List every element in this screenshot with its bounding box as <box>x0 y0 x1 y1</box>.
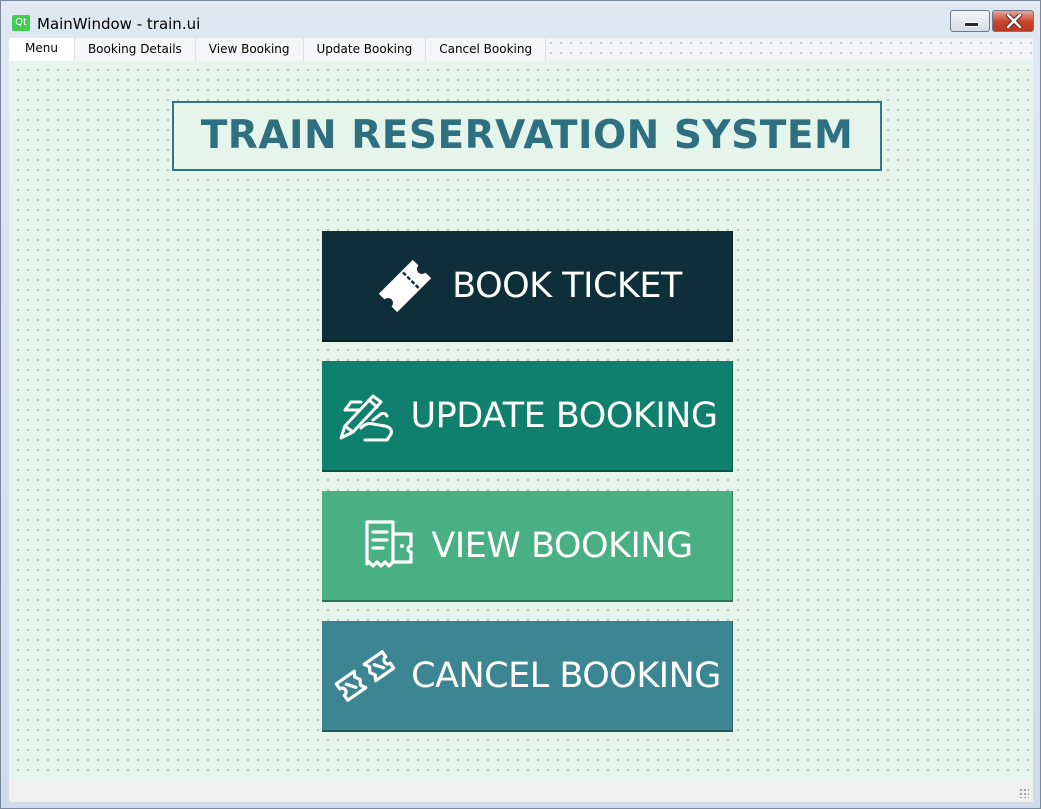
status-bar <box>9 779 1033 802</box>
menu-item-booking-details[interactable]: Booking Details <box>75 38 196 61</box>
update-booking-label: UPDATE BOOKING <box>410 395 718 436</box>
page-title: TRAIN RESERVATION SYSTEM <box>172 101 882 171</box>
receipt-icon <box>361 518 417 574</box>
menu-item-menu[interactable]: Menu <box>9 38 75 61</box>
central-widget: TRAIN RESERVATION SYSTEM BOOK TICKET UPD… <box>9 61 1033 779</box>
book-ticket-button[interactable]: BOOK TICKET <box>322 231 733 342</box>
title-bar[interactable]: Qt MainWindow - train.ui <box>1 1 1040 37</box>
qt-app-icon: Qt <box>12 15 30 31</box>
menu-item-cancel-booking[interactable]: Cancel Booking <box>426 38 547 61</box>
torn-ticket-icon <box>333 644 397 708</box>
main-window: Qt MainWindow - train.ui Menu Booking De… <box>0 0 1041 809</box>
view-booking-label: VIEW BOOKING <box>431 525 693 566</box>
menu-bar: Menu Booking Details View Booking Update… <box>9 38 1033 61</box>
close-icon <box>1005 14 1023 28</box>
book-ticket-label: BOOK TICKET <box>452 265 682 306</box>
menu-item-update-booking[interactable]: Update Booking <box>304 38 427 61</box>
close-button[interactable] <box>992 10 1034 32</box>
minimize-icon <box>964 22 979 27</box>
menu-item-view-booking[interactable]: View Booking <box>196 38 304 61</box>
view-booking-button[interactable]: VIEW BOOKING <box>322 491 733 602</box>
window-title: MainWindow - train.ui <box>37 15 201 33</box>
cancel-booking-button[interactable]: CANCEL BOOKING <box>322 621 733 732</box>
update-booking-button[interactable]: UPDATE BOOKING <box>322 361 733 472</box>
resize-grip-icon[interactable] <box>1019 788 1029 798</box>
cancel-booking-label: CANCEL BOOKING <box>411 655 721 696</box>
minimize-button[interactable] <box>950 10 990 32</box>
ticket-icon <box>372 253 438 319</box>
hand-writing-icon <box>337 390 397 442</box>
menu-bar-empty-area <box>546 38 1033 61</box>
